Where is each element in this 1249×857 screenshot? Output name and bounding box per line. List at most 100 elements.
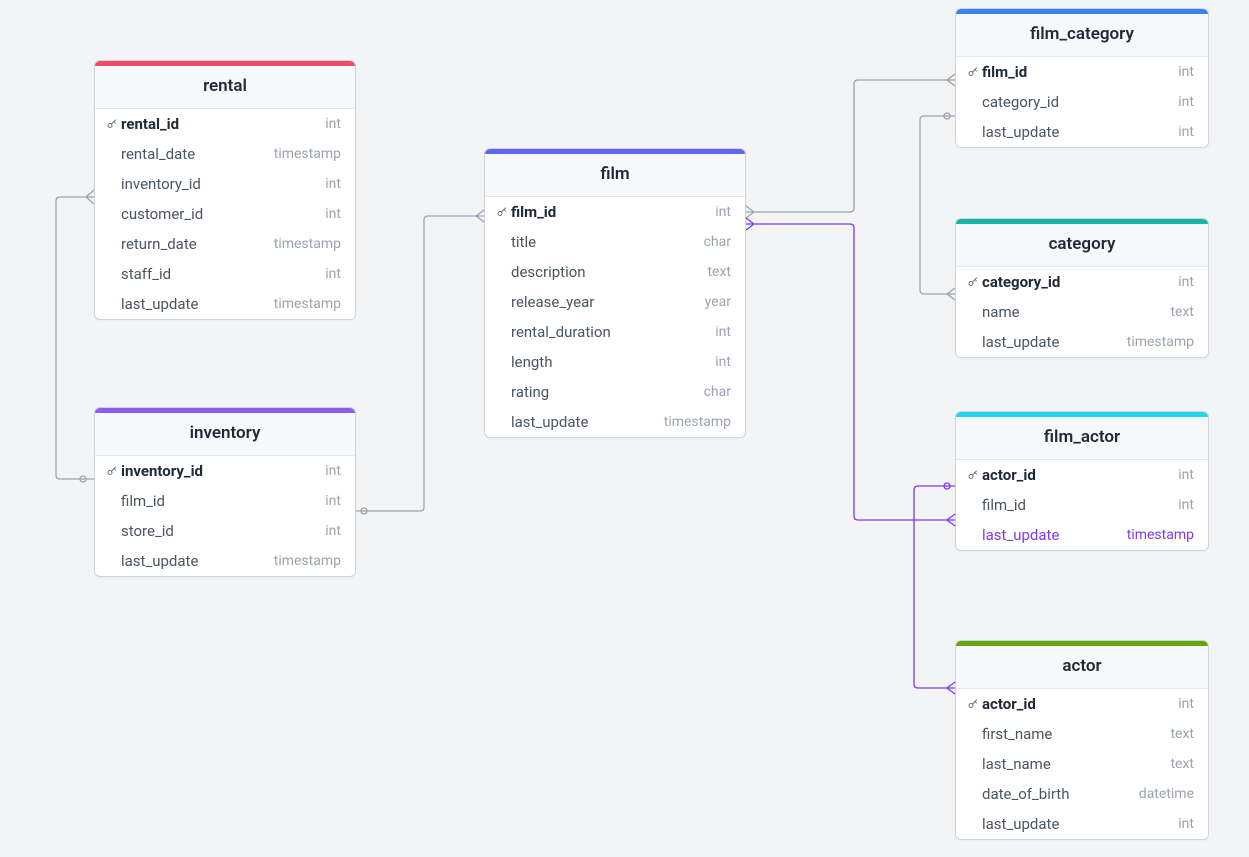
column-row[interactable]: nametext [956, 297, 1208, 327]
column-row[interactable]: staff_idint [95, 259, 355, 289]
column-name: rental_id [121, 115, 179, 133]
columns: actor_id int film_idintlast_updatetimestam… [956, 460, 1208, 550]
column-type: timestamp [274, 296, 341, 312]
column-row[interactable]: rental_durationint [485, 317, 745, 347]
key-icon [495, 385, 509, 399]
column-row[interactable]: film_idint [956, 57, 1208, 87]
key-icon [966, 787, 980, 801]
column-name: release_year [511, 293, 594, 311]
table-name: film_actor [956, 417, 1208, 460]
column-type: int [325, 116, 341, 132]
column-row[interactable]: category_id int [956, 267, 1208, 297]
column-row[interactable]: return_date timestamp [95, 229, 355, 259]
column-row[interactable]: last_updateint [956, 117, 1208, 147]
column-row[interactable]: last_updatetimestamp [95, 546, 355, 576]
column-row[interactable]: ratingchar [485, 377, 745, 407]
table-actor[interactable]: actoractor_idintfirst_nametextlast_namet… [955, 640, 1209, 840]
key-icon [966, 727, 980, 741]
table-category[interactable]: categorycategory_idintnametextlast_updat… [955, 218, 1209, 358]
column-type: int [325, 523, 341, 539]
key-icon [966, 335, 980, 349]
column-row[interactable]: last_update timestamp [485, 407, 745, 437]
column-row[interactable]: film_idint [956, 490, 1208, 520]
column-row[interactable]: store_id int [95, 516, 355, 546]
column-name: date_of_birth [982, 785, 1069, 803]
column-type: int [1178, 467, 1194, 483]
column-type: int [1178, 274, 1194, 290]
column-row[interactable]: release_yearyear [485, 287, 745, 317]
column-left: store_id [105, 522, 174, 540]
column-name: actor_id [982, 466, 1036, 484]
column-left: last_update [495, 413, 588, 431]
column-left: return_date [105, 235, 197, 253]
column-type: int [1178, 696, 1194, 712]
column-row[interactable]: film_idint [485, 197, 745, 227]
column-row[interactable]: customer_idint [95, 199, 355, 229]
column-row[interactable]: titlechar [485, 227, 745, 257]
column-row[interactable]: last_nametext [956, 749, 1208, 779]
column-type: int [1178, 124, 1194, 140]
column-left: rating [495, 383, 549, 401]
key-icon [966, 65, 980, 79]
column-row[interactable]: inventory_idint [95, 456, 355, 486]
key-icon [495, 325, 509, 339]
columns: actor_idintfirst_nametextlast_nametextda… [956, 689, 1208, 839]
key-icon [966, 125, 980, 139]
table-inventory[interactable]: inventoryinventory_idintfilm_idintstore_… [94, 407, 356, 577]
table-rental[interactable]: rentalrental_idintrental_datetimestampin… [94, 60, 356, 320]
key-icon [105, 267, 119, 281]
key-icon [966, 468, 980, 482]
column-type: int [325, 266, 341, 282]
column-name: name [982, 303, 1020, 321]
column-name: first_name [982, 725, 1052, 743]
column-row[interactable]: last_updatetimestamp [956, 520, 1208, 550]
key-icon [966, 95, 980, 109]
column-name: category_id [982, 93, 1059, 111]
key-icon [966, 528, 980, 542]
table-name: film_category [956, 14, 1208, 57]
column-left: actor_id [966, 695, 1036, 713]
key-icon [495, 235, 509, 249]
key-icon [495, 265, 509, 279]
column-left: release_year [495, 293, 594, 311]
column-name: rating [511, 383, 549, 401]
column-left: category_id [966, 273, 1060, 291]
key-icon [105, 464, 119, 478]
column-left: description [495, 263, 586, 281]
column-type: text [707, 264, 731, 280]
column-type: int [325, 206, 341, 222]
table-film_category[interactable]: film_categoryfilm_idintcategory_idintlas… [955, 8, 1209, 148]
table-name: film [485, 154, 745, 197]
column-name: last_update [511, 413, 588, 431]
column-row[interactable]: rental_datetimestamp [95, 139, 355, 169]
column-name: category_id [982, 273, 1060, 291]
column-left: date_of_birth [966, 785, 1069, 803]
column-row[interactable]: rental_id int [95, 109, 355, 139]
column-row[interactable]: last_updatetimestamp [956, 327, 1208, 357]
column-row[interactable]: film_idint [95, 486, 355, 516]
table-film[interactable]: filmfilm_idinttitlechar description text re… [484, 148, 746, 438]
column-type: timestamp [274, 236, 341, 252]
column-type: timestamp [274, 146, 341, 162]
column-row[interactable]: actor_id int [956, 689, 1208, 719]
column-type: int [715, 354, 731, 370]
column-row[interactable]: lengthint [485, 347, 745, 377]
column-row[interactable]: last_updatetimestamp [95, 289, 355, 319]
key-icon [495, 355, 509, 369]
column-row[interactable]: date_of_birthdatetime [956, 779, 1208, 809]
column-type: timestamp [664, 414, 731, 430]
column-name: film_id [982, 496, 1026, 514]
column-row[interactable]: description text [485, 257, 745, 287]
column-row[interactable]: last_updateint [956, 809, 1208, 839]
column-row[interactable]: actor_id int [956, 460, 1208, 490]
key-icon [105, 524, 119, 538]
column-row[interactable]: first_nametext [956, 719, 1208, 749]
column-type: text [1170, 756, 1194, 772]
table-film_actor[interactable]: film_actoractor_idintfilm_idintlast_upda… [955, 411, 1209, 551]
key-icon [966, 757, 980, 771]
column-name: rental_duration [511, 323, 611, 341]
column-type: int [325, 176, 341, 192]
column-row[interactable]: inventory_idint [95, 169, 355, 199]
column-name: last_update [982, 526, 1059, 544]
column-row[interactable]: category_idint [956, 87, 1208, 117]
